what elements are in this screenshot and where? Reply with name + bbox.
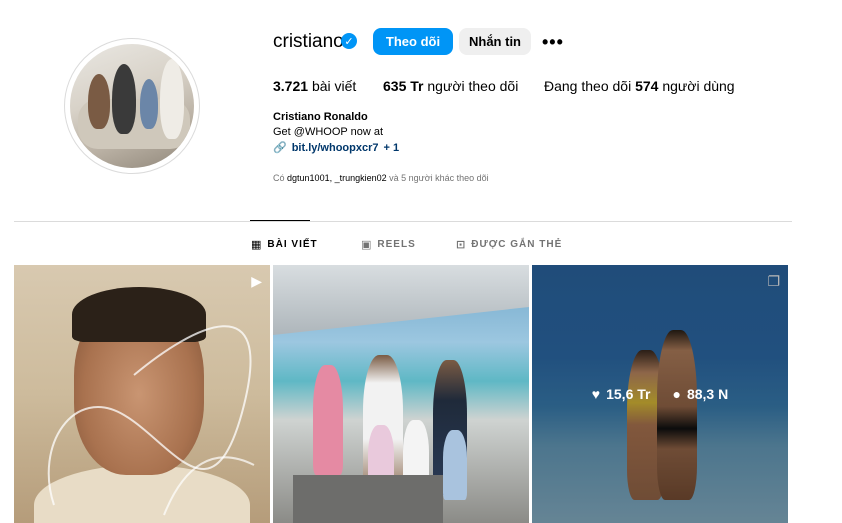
follow-button[interactable]: Theo dõi [373, 28, 453, 55]
tab-tagged-label: ĐƯỢC GẮN THẺ [471, 239, 563, 250]
profile-full-name: Cristiano Ronaldo [273, 111, 368, 123]
followed-by-users[interactable]: dgtun1001, _trungkien02 [287, 173, 387, 183]
posts-label: bài viết [311, 78, 357, 94]
likes-count: 15,6 Tr [606, 386, 651, 402]
avatar[interactable] [70, 44, 194, 168]
verified-badge-icon: ✓ [341, 33, 357, 49]
followed-by-prefix: Có [273, 173, 285, 183]
followers-stat[interactable]: 635 Tr người theo dõi [383, 78, 518, 94]
reels-icon: ▣ [361, 239, 373, 251]
tab-posts[interactable]: ▦ BÀI VIẾT [251, 238, 318, 251]
more-options-icon[interactable]: ••• [542, 32, 564, 53]
comments-metric: ● 88,3 N [672, 386, 728, 402]
following-count: 574 [635, 78, 659, 94]
comment-icon: ● [672, 386, 681, 402]
followers-label: người theo dõi [427, 78, 519, 94]
following-label: người dùng [662, 78, 735, 94]
post-photo-table [293, 475, 443, 523]
profile-username: cristiano [273, 31, 344, 52]
following-stat[interactable]: Đang theo dõi 574 người dùng [544, 78, 735, 94]
posts-count: 3.721 [273, 78, 309, 94]
link-icon: 🔗 [273, 142, 287, 154]
tab-reels-label: REELS [377, 239, 416, 250]
avatar-photo-person [112, 64, 136, 134]
reels-icon: ▶ [251, 273, 262, 289]
post-photo-person [443, 430, 467, 500]
profile-link-text[interactable]: bit.ly/whoopxcr7 [292, 142, 379, 154]
heart-icon: ♥ [591, 386, 601, 402]
followers-count: 635 Tr [383, 78, 424, 94]
grid-icon: ▦ [251, 239, 263, 251]
profile-link[interactable]: 🔗 bit.ly/whoopxcr7 + 1 [273, 141, 400, 155]
post-signature-graphic [47, 325, 255, 516]
avatar-photo-person [140, 79, 158, 129]
avatar-photo-person [160, 59, 184, 139]
post-thumbnail[interactable]: ▶ [14, 265, 270, 523]
profile-avatar-ring[interactable] [64, 38, 200, 174]
tab-tagged[interactable]: ⊡ ĐƯỢC GẮN THẺ [456, 238, 562, 251]
followed-by-suffix: và 5 người khác theo dõi [389, 173, 489, 183]
posts-count-stat: 3.721 bài viết [273, 78, 356, 94]
message-button[interactable]: Nhắn tin [459, 28, 531, 55]
post-thumbnail[interactable]: ❐ ♥ 15,6 Tr ● 88,3 N [532, 265, 788, 523]
followed-by-text[interactable]: Có dgtun1001, _trungkien02 và 5 người kh… [273, 173, 489, 183]
likes-metric: ♥ 15,6 Tr [592, 386, 651, 402]
post-hover-overlay[interactable]: ♥ 15,6 Tr ● 88,3 N [532, 265, 788, 523]
tab-reels[interactable]: ▣ REELS [361, 238, 416, 251]
post-thumbnail[interactable] [273, 265, 529, 523]
profile-bio: Get @WHOOP now at [273, 126, 383, 138]
post-photo-person [313, 365, 343, 475]
tagged-icon: ⊡ [456, 239, 467, 251]
tabs-divider [14, 221, 792, 222]
active-tab-indicator [250, 220, 310, 221]
comments-count: 88,3 N [686, 386, 729, 402]
avatar-photo-person [88, 74, 110, 129]
following-prefix: Đang theo dõi [544, 78, 632, 94]
profile-link-more[interactable]: + 1 [384, 142, 400, 154]
post-photo-yacht-roof [273, 265, 529, 335]
tab-posts-label: BÀI VIẾT [267, 239, 318, 250]
